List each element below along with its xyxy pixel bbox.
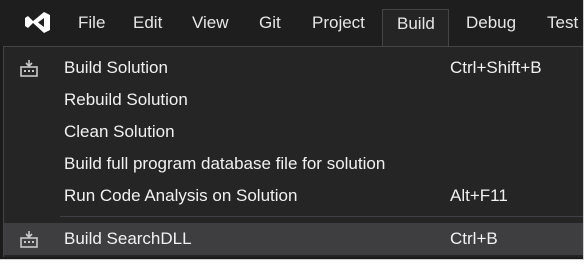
build-searchdll-item[interactable]: Build SearchDLL Ctrl+B (4, 223, 583, 255)
menu-separator (60, 216, 583, 217)
menu-item-label: Run Code Analysis on Solution (64, 186, 298, 205)
menu-item-label: Build SearchDLL (64, 229, 192, 248)
menu-item-label: Rebuild Solution (64, 90, 188, 109)
menu-project[interactable]: Project (298, 9, 379, 46)
menu-file[interactable]: File (64, 9, 119, 46)
build-icon (20, 231, 38, 248)
rebuild-solution-item[interactable]: Rebuild Solution (4, 84, 583, 116)
menu-view[interactable]: View (178, 9, 243, 46)
menu-item-label: Clean Solution (64, 122, 175, 141)
build-full-pdb-item[interactable]: Build full program database file for sol… (4, 148, 583, 180)
run-code-analysis-item[interactable]: Run Code Analysis on Solution Alt+F11 (4, 180, 583, 212)
visual-studio-logo-icon (25, 12, 50, 33)
menu-item-label: Build Solution (64, 58, 168, 77)
build-icon (20, 60, 38, 77)
clean-solution-item[interactable]: Clean Solution (4, 116, 583, 148)
build-menu-dropdown: Build Solution Ctrl+Shift+B Rebuild Solu… (3, 46, 583, 257)
build-solution-item[interactable]: Build Solution Ctrl+Shift+B (4, 52, 583, 84)
menu-item-shortcut: Alt+F11 (450, 186, 508, 205)
menu-test[interactable]: Test (533, 9, 583, 46)
menu-item-shortcut: Ctrl+B (450, 229, 498, 248)
menu-item-shortcut: Ctrl+Shift+B (450, 58, 542, 77)
app-window: File Edit View Git Project Build Debug T… (0, 0, 584, 260)
menu-git[interactable]: Git (245, 9, 295, 46)
menu-item-label: Build full program database file for sol… (64, 154, 386, 173)
menu-build[interactable]: Build (382, 9, 449, 46)
menu-edit[interactable]: Edit (119, 9, 176, 46)
menu-bar: File Edit View Git Project Build Debug T… (0, 0, 583, 46)
menu-debug[interactable]: Debug (452, 9, 530, 46)
